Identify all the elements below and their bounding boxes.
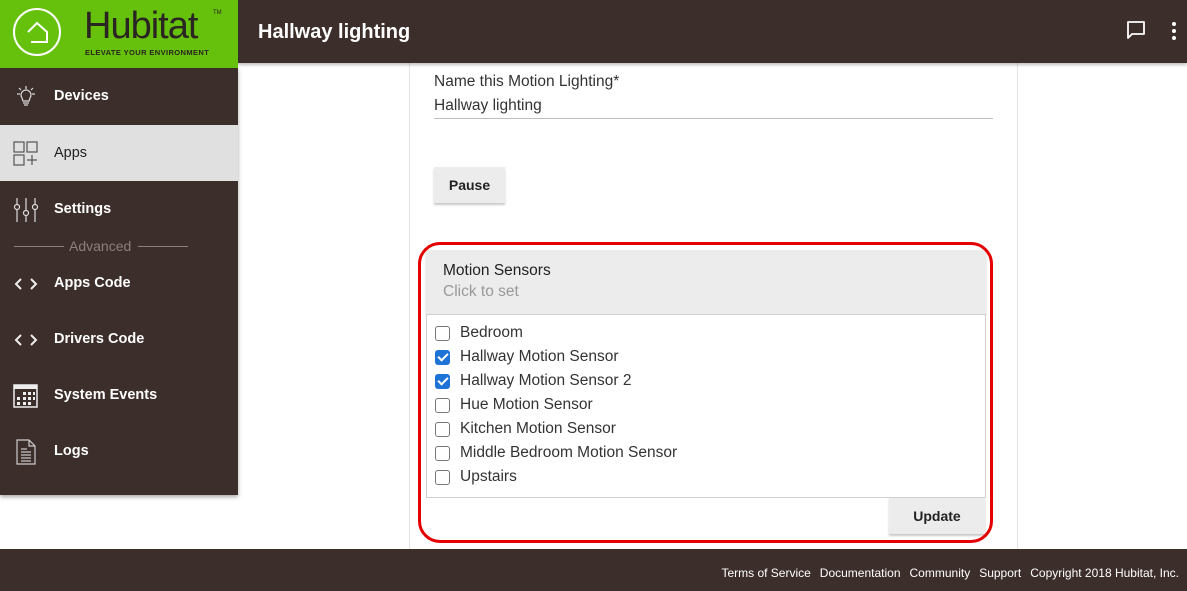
sidebar-item-settings[interactable]: Settings <box>0 181 238 237</box>
lightbulb-icon <box>17 86 35 106</box>
house-icon <box>27 21 48 43</box>
update-button[interactable]: Update <box>889 498 985 534</box>
page-title: Hallway lighting <box>258 21 411 43</box>
community-link[interactable]: Community <box>910 566 971 580</box>
code-icon <box>14 334 38 346</box>
sidebar-item-logs[interactable]: Logs <box>0 423 238 479</box>
pause-button[interactable]: Pause <box>434 167 505 203</box>
sensor-option[interactable]: Kitchen Motion Sensor <box>435 418 616 440</box>
documentation-link[interactable]: Documentation <box>820 566 901 580</box>
copyright-text: Copyright 2018 Hubitat, Inc. <box>1030 566 1179 580</box>
checkbox-unchecked[interactable] <box>435 445 450 461</box>
sidebar-item-label: Apps Code <box>54 275 131 291</box>
advanced-section-label: Advanced <box>69 238 132 254</box>
brand-logo[interactable]: Hubitat TM ELEVATE YOUR ENVIRONMENT <box>0 0 238 68</box>
sliders-icon <box>13 198 39 222</box>
name-field-label: Name this Motion Lighting* <box>434 73 620 90</box>
footer: Terms of Service Documentation Community… <box>0 549 1187 591</box>
sidebar-item-apps-code[interactable]: Apps Code <box>0 255 238 311</box>
document-icon <box>16 439 36 465</box>
code-icon <box>14 278 38 290</box>
checkbox-checked[interactable] <box>435 373 450 389</box>
checkbox-unchecked[interactable] <box>435 325 450 341</box>
apps-icon <box>13 141 38 166</box>
selector-title: Motion Sensors <box>443 262 551 279</box>
chat-icon[interactable] <box>1126 20 1146 40</box>
sidebar-item-devices[interactable]: Devices <box>0 68 238 124</box>
brand-name: Hubitat <box>84 5 198 47</box>
brand-trademark: TM <box>213 10 222 16</box>
sidebar-item-label: System Events <box>54 387 158 403</box>
checkbox-unchecked[interactable] <box>435 469 450 485</box>
name-field-underline <box>434 118 993 119</box>
sensor-option[interactable]: Upstairs <box>435 466 517 488</box>
sidebar: Devices Apps Settings Advanced Apps Code… <box>0 68 238 495</box>
support-link[interactable]: Support <box>979 566 1021 580</box>
sensor-option-label: Middle Bedroom Motion Sensor <box>460 444 678 461</box>
sensor-option-label: Hue Motion Sensor <box>460 396 593 413</box>
checkbox-checked[interactable] <box>435 349 450 365</box>
brand-tagline: ELEVATE YOUR ENVIRONMENT <box>85 48 210 57</box>
name-field-input[interactable]: Hallway lighting <box>434 97 542 115</box>
sidebar-item-label: Apps <box>54 145 88 161</box>
advanced-divider: Advanced <box>14 238 188 254</box>
selector-subtitle: Click to set <box>443 283 519 300</box>
more-vert-icon[interactable] <box>1170 21 1178 41</box>
sidebar-item-label: Devices <box>54 88 109 104</box>
sidebar-item-label: Drivers Code <box>54 331 145 347</box>
terms-of-service-link[interactable]: Terms of Service <box>721 566 810 580</box>
sensor-option[interactable]: Hallway Motion Sensor <box>435 346 619 368</box>
logo-circle-icon <box>13 8 61 56</box>
sidebar-item-label: Logs <box>54 443 89 459</box>
sidebar-item-drivers-code[interactable]: Drivers Code <box>0 311 238 367</box>
sensor-option[interactable]: Middle Bedroom Motion Sensor <box>435 442 677 464</box>
checkbox-unchecked[interactable] <box>435 421 450 437</box>
sensor-option-label: Kitchen Motion Sensor <box>460 420 616 437</box>
sidebar-item-apps[interactable]: Apps <box>0 125 238 181</box>
motion-sensors-list: Bedroom Hallway Motion Sensor Hallway Mo… <box>426 314 986 498</box>
sensor-option-label: Bedroom <box>460 324 523 341</box>
sidebar-item-system-events[interactable]: System Events <box>0 367 238 423</box>
sensor-option[interactable]: Bedroom <box>435 322 523 344</box>
checkbox-unchecked[interactable] <box>435 397 450 413</box>
sensor-option[interactable]: Hue Motion Sensor <box>435 394 593 416</box>
sensor-option[interactable]: Hallway Motion Sensor 2 <box>435 370 631 392</box>
calendar-icon <box>13 384 38 408</box>
motion-sensors-selector[interactable]: Motion Sensors Click to set <box>426 250 986 314</box>
sensor-option-label: Upstairs <box>460 468 517 485</box>
sensor-option-label: Hallway Motion Sensor 2 <box>460 372 632 389</box>
sidebar-item-label: Settings <box>54 201 112 217</box>
sensor-option-label: Hallway Motion Sensor <box>460 348 619 365</box>
